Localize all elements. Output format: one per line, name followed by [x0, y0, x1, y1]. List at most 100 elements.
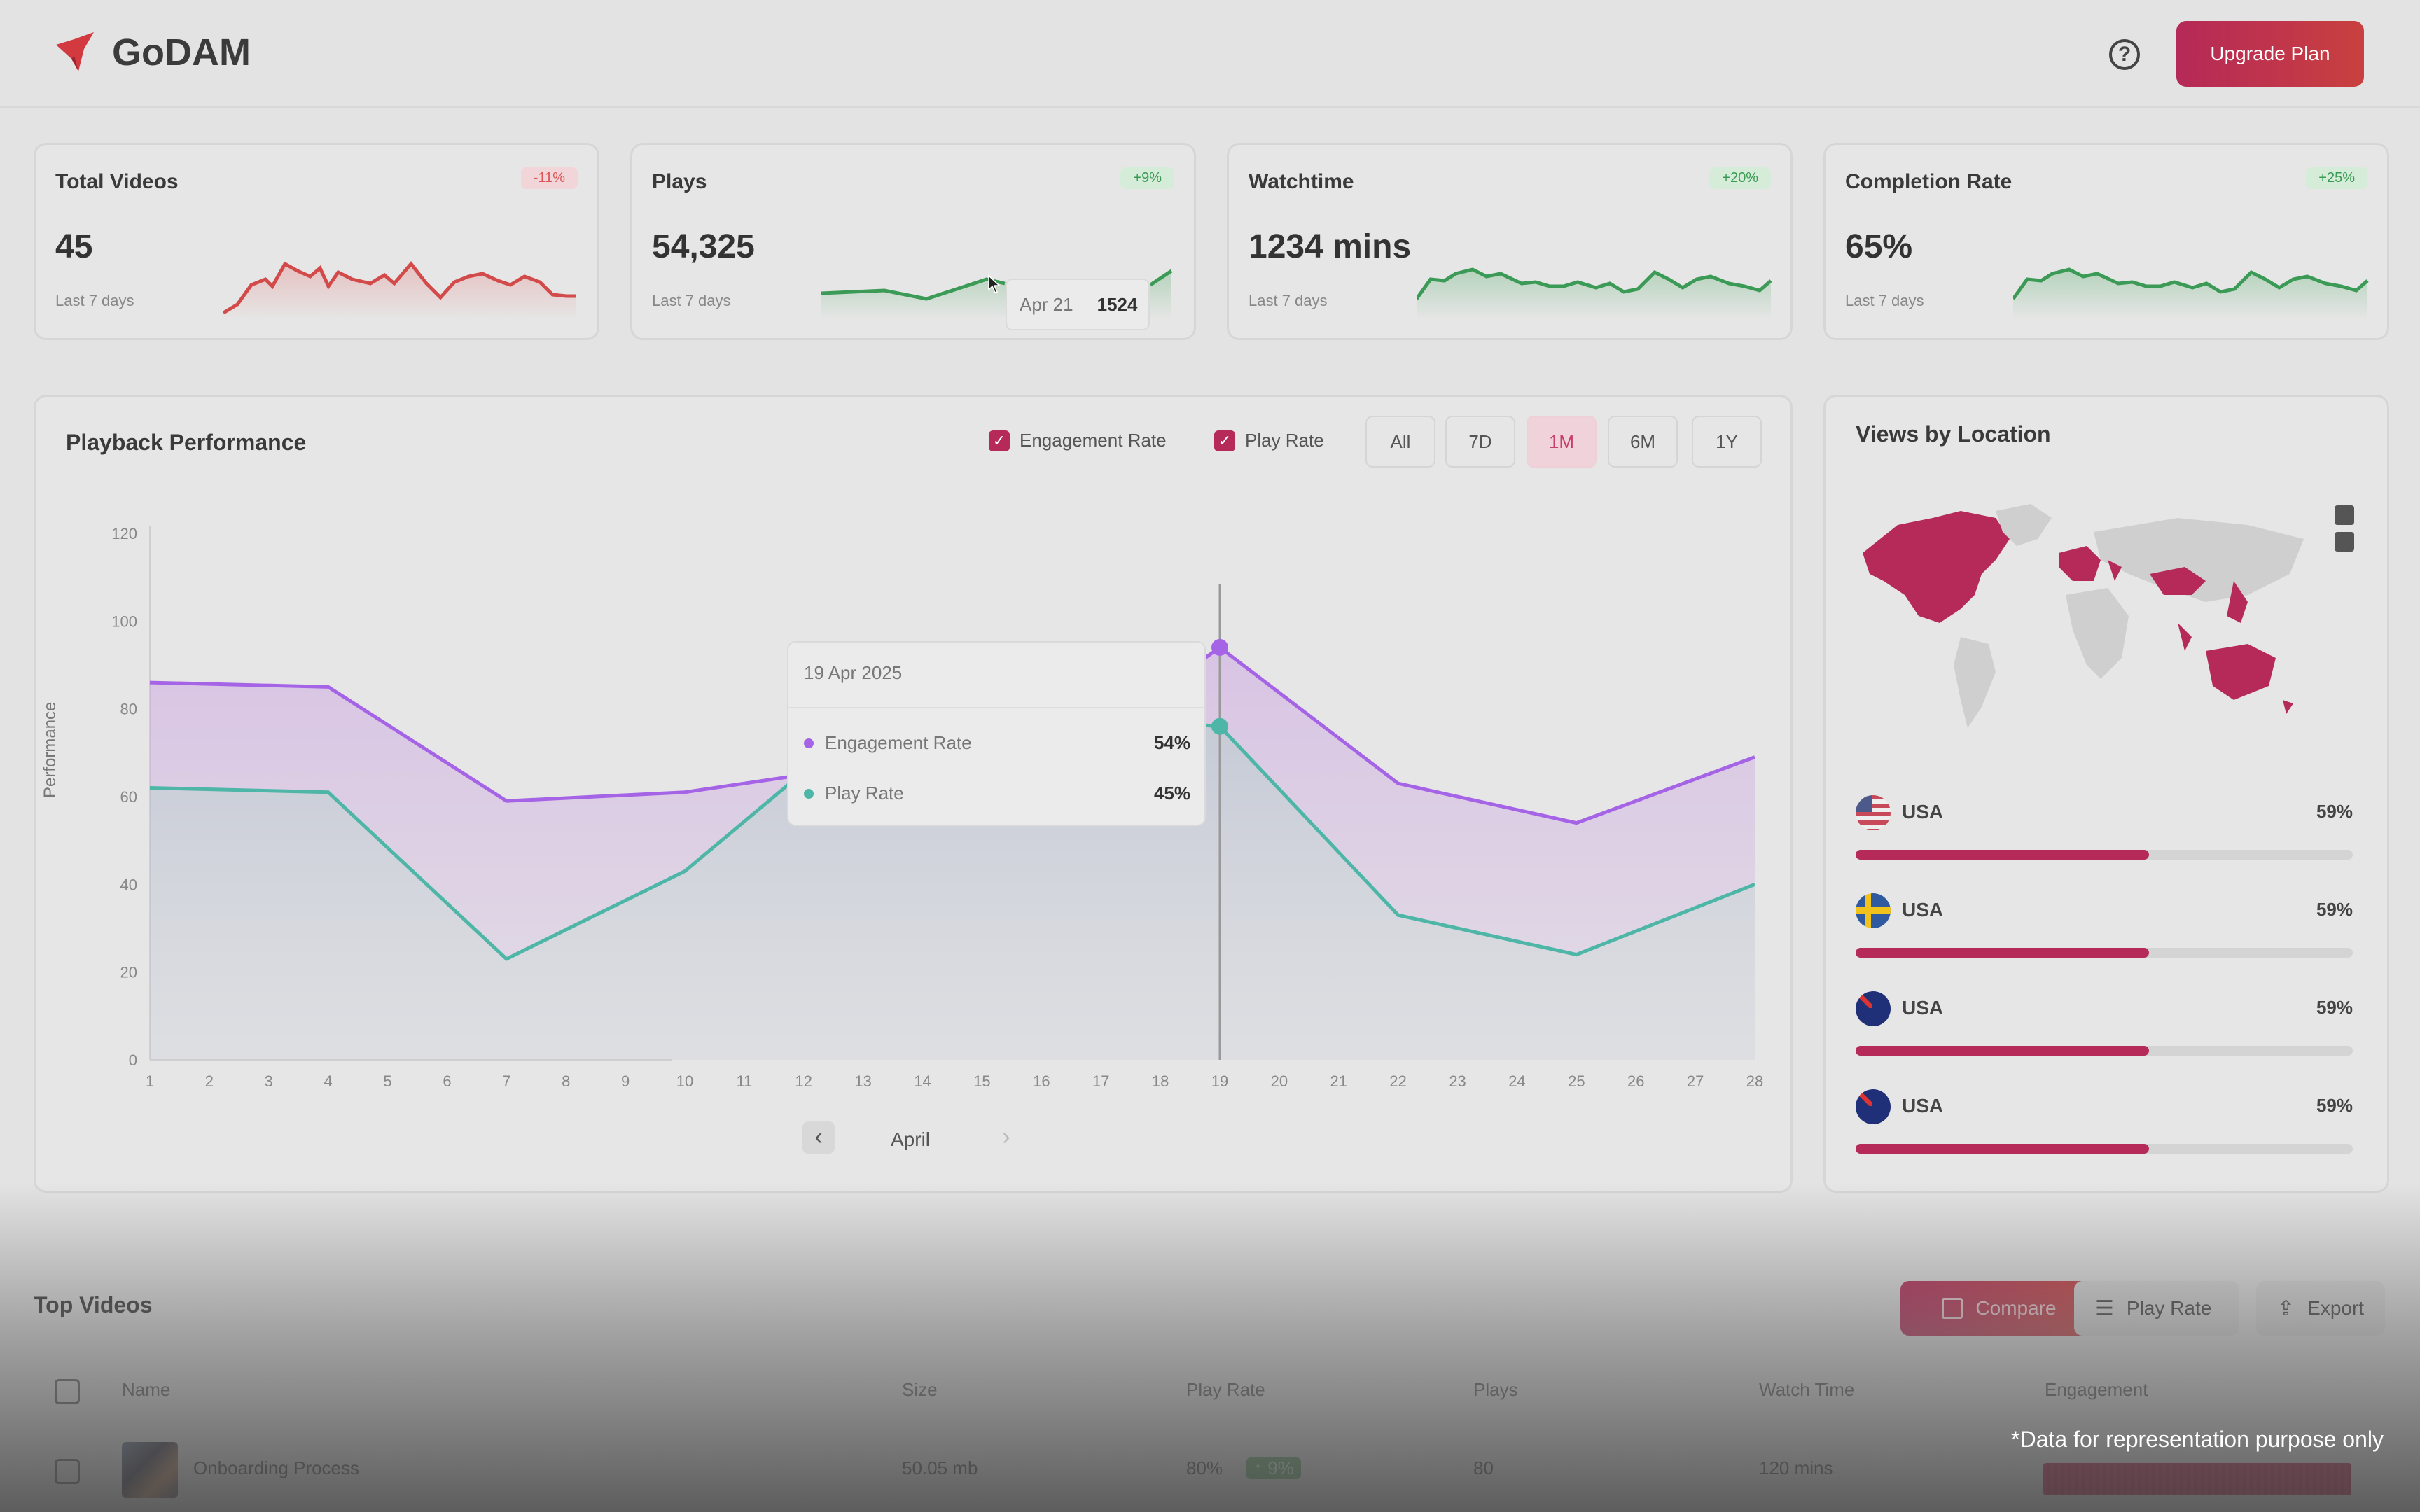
- video-thumbnail[interactable]: [122, 1442, 178, 1498]
- x-tick-label: 4: [324, 1072, 333, 1090]
- play-rate-filter-button[interactable]: ☰ Play Rate: [2074, 1281, 2239, 1336]
- x-tick-label: 17: [1092, 1072, 1109, 1090]
- video-play-rate: 80%: [1186, 1457, 1223, 1478]
- tooltip-value: 45%: [1153, 783, 1190, 804]
- country-percent: 59%: [2316, 801, 2353, 822]
- y-tick-label: 20: [120, 964, 137, 981]
- x-tick-label: 7: [502, 1072, 510, 1090]
- column-header-play-rate[interactable]: Play Rate: [1186, 1379, 1265, 1401]
- chart-tooltip: 19 Apr 2025 Engagement Rate 54% Play Rat…: [787, 641, 1206, 826]
- tooltip-row-engagement: Engagement Rate 54%: [804, 732, 1190, 754]
- tooltip-date: 19 Apr 2025: [804, 662, 903, 683]
- se-flag-icon: [1856, 893, 1891, 928]
- y-tick-label: 60: [120, 788, 137, 806]
- x-tick-label: 20: [1271, 1072, 1288, 1090]
- row-checkbox[interactable]: [55, 1459, 80, 1484]
- tooltip-label: Play Rate: [825, 783, 904, 804]
- au-flag-icon: [1856, 1089, 1891, 1124]
- x-tick-label: 1: [146, 1072, 154, 1090]
- series-dot: [804, 788, 814, 799]
- x-tick-label: 24: [1508, 1072, 1525, 1090]
- x-tick-label: 12: [795, 1072, 812, 1090]
- export-button[interactable]: ⇪ Export: [2256, 1281, 2385, 1336]
- panel-title: Views by Location: [1856, 421, 2051, 447]
- video-name[interactable]: Onboarding Process: [193, 1457, 359, 1479]
- zoom-in-button[interactable]: [2335, 505, 2354, 525]
- country-name: USA: [1902, 997, 1944, 1018]
- country-percent: 59%: [2316, 997, 2353, 1018]
- progress-fill: [1856, 850, 2149, 860]
- play-rate-delta-badge: ↑ 9%: [1246, 1457, 1301, 1479]
- x-tick-label: 22: [1389, 1072, 1406, 1090]
- x-tick-label: 25: [1568, 1072, 1585, 1090]
- tooltip-row-play-rate: Play Rate 45%: [804, 783, 1190, 804]
- video-plays: 80: [1473, 1457, 1494, 1478]
- x-tick-label: 26: [1627, 1072, 1644, 1090]
- x-tick-label: 13: [854, 1072, 871, 1090]
- x-tick-label: 16: [1033, 1072, 1050, 1090]
- month-label: April: [891, 1128, 931, 1150]
- progress-track: [1856, 948, 2353, 958]
- x-tick-label: 11: [736, 1072, 752, 1090]
- zoom-out-button[interactable]: [2335, 532, 2354, 552]
- y-tick-label: 0: [129, 1051, 137, 1069]
- x-tick-label: 10: [676, 1072, 693, 1090]
- section-title: Top Videos: [34, 1292, 153, 1317]
- tooltip-value: 54%: [1153, 732, 1190, 753]
- tooltip-label: Engagement Rate: [825, 732, 972, 753]
- compare-label: Compare: [1975, 1297, 2057, 1319]
- country-name: USA: [1902, 1095, 1944, 1116]
- y-tick-label: 100: [111, 612, 137, 630]
- x-tick-label: 28: [1746, 1072, 1763, 1090]
- x-tick-label: 3: [265, 1072, 273, 1090]
- export-icon: ⇪: [2277, 1296, 2295, 1320]
- x-tick-label: 8: [562, 1072, 570, 1090]
- x-tick-label: 2: [205, 1072, 214, 1090]
- y-tick-label: 40: [120, 876, 137, 893]
- progress-fill: [1856, 1144, 2149, 1154]
- progress-fill: [1856, 948, 2149, 958]
- country-percent: 59%: [2316, 1095, 2353, 1116]
- compare-icon: [1942, 1298, 1963, 1319]
- us-flag-icon: [1856, 795, 1891, 830]
- x-tick-label: 23: [1449, 1072, 1466, 1090]
- x-tick-label: 27: [1687, 1072, 1704, 1090]
- progress-track: [1856, 1144, 2353, 1154]
- column-header-watch-time[interactable]: Watch Time: [1759, 1379, 1854, 1401]
- au-flag-icon: [1856, 991, 1891, 1026]
- x-tick-label: 21: [1330, 1072, 1347, 1090]
- progress-track: [1856, 1046, 2353, 1056]
- country-name: USA: [1902, 899, 1944, 920]
- y-tick-label: 80: [120, 701, 137, 718]
- x-tick-label: 18: [1152, 1072, 1169, 1090]
- video-watch-time: 120 mins: [1759, 1457, 1833, 1478]
- chevron-right-icon[interactable]: ›: [990, 1121, 1022, 1154]
- chevron-left-icon[interactable]: ‹: [802, 1121, 835, 1154]
- engagement-hover-point: [1211, 638, 1228, 656]
- video-size: 50.05 mb: [902, 1457, 978, 1478]
- filter-icon: ☰: [2095, 1296, 2114, 1320]
- select-all-checkbox[interactable]: [55, 1379, 80, 1404]
- column-header-plays[interactable]: Plays: [1473, 1379, 1518, 1401]
- column-header-engagement[interactable]: Engagement: [2045, 1379, 2148, 1401]
- x-tick-label: 5: [383, 1072, 391, 1090]
- x-tick-label: 9: [621, 1072, 630, 1090]
- column-header-size[interactable]: Size: [902, 1379, 938, 1401]
- export-label: Export: [2307, 1297, 2365, 1319]
- x-tick-label: 6: [443, 1072, 451, 1090]
- divider: [788, 707, 1204, 708]
- play-rate-hover-point: [1211, 718, 1228, 735]
- country-name: USA: [1902, 801, 1944, 822]
- compare-button[interactable]: Compare: [1900, 1281, 2098, 1336]
- filter-label: Play Rate: [2126, 1297, 2212, 1319]
- progress-track: [1856, 850, 2353, 860]
- x-tick-label: 15: [973, 1072, 990, 1090]
- progress-fill: [1856, 1046, 2149, 1056]
- x-tick-label: 14: [914, 1072, 931, 1090]
- footnote: *Data for representation purpose only: [2011, 1427, 2384, 1452]
- y-tick-label: 120: [111, 525, 137, 542]
- column-header-name[interactable]: Name: [122, 1379, 170, 1401]
- y-axis-label: Performance: [41, 701, 60, 798]
- world-map: [1863, 504, 2304, 728]
- engagement-bars: [2043, 1463, 2351, 1495]
